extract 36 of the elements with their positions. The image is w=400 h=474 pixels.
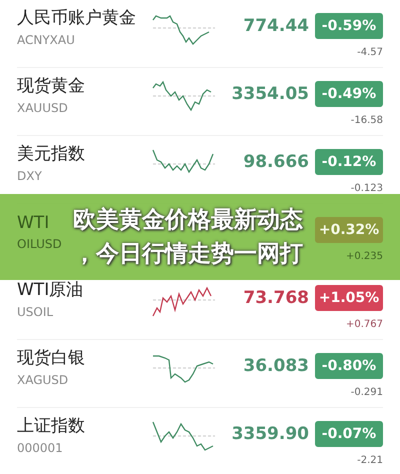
quote-name: WTI原油 [17,279,84,301]
change-percent-badge: -0.07% [315,421,383,447]
price-value: 3359.90 [232,424,309,444]
change-percent-badge: +0.32% [315,217,383,243]
change-percent-badge: -0.80% [315,353,383,379]
change-value: -4.57 [357,47,383,58]
change-percent-badge: -0.12% [315,149,383,175]
quote-name: 现货黄金 [17,75,85,97]
quote-name: 人民币账户黄金 [17,7,136,29]
change-value: -16.58 [350,115,383,126]
headline-text: 欧美黄金价格最新动态 [73,206,303,235]
headline-text: ，今日行情走势一网打 [73,240,303,269]
change-value: -0.123 [350,183,383,194]
change-percent-badge: -0.49% [315,81,383,107]
quote-name: 现货白银 [17,347,85,369]
price-value: 73.768 [243,288,309,308]
quote-code: USOIL [17,305,54,319]
quote-code: OILUSD [17,237,62,251]
price-value: 36.083 [243,356,309,376]
quote-name: 美元指数 [17,143,85,165]
change-percent-badge: +1.05% [315,285,383,311]
quote-code: XAGUSD [17,373,68,387]
quote-name: WTI [17,213,50,233]
change-value: -2.21 [357,455,383,466]
change-percent-badge: -0.59% [315,13,383,39]
change-value: +0.767 [346,319,383,330]
quote-code: DXY [17,169,42,183]
quote-name: 上证指数 [17,415,85,437]
price-value: 774.44 [243,16,309,36]
price-value: 98.666 [243,152,309,172]
quote-code: 000001 [17,441,63,455]
price-value: 3354.05 [232,84,309,104]
quote-code: XAUUSD [17,101,68,115]
quote-code: ACNYXAU [17,33,75,47]
change-value: -0.291 [350,387,383,398]
change-value: +0.235 [346,251,383,262]
